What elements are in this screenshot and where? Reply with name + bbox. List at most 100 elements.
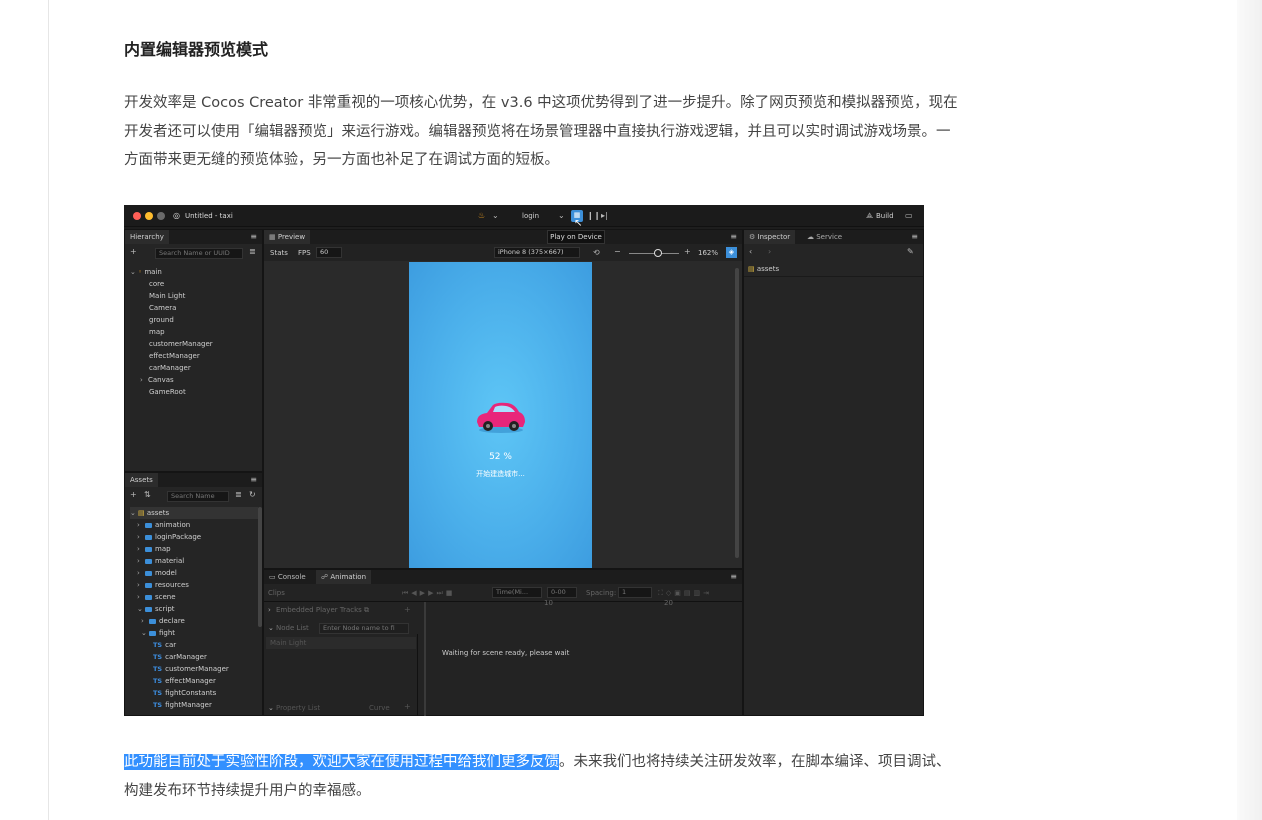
tab-hierarchy[interactable]: Hierarchy [125,230,169,244]
waiting-message: Waiting for scene ready, please wait [442,649,570,657]
time-mode-select[interactable]: Time(Mi... [492,587,542,598]
folder-open-icon[interactable]: ▭ [905,211,913,221]
back-icon[interactable]: ‹ [749,247,752,257]
tab-service[interactable]: ☁ Service [802,230,848,244]
loading-text: 开始建造城市... [476,470,525,478]
minimize-window-button[interactable] [145,212,153,220]
device-select[interactable]: iPhone 8 (375×667) [494,247,580,258]
step-icon[interactable]: ▸| [601,211,608,221]
asset-folder[interactable]: › map [137,543,171,555]
sort-icon[interactable]: ⇅ [144,490,151,500]
zoom-in-icon[interactable]: + [684,247,691,257]
closing-paragraph: 此功能目前处于实验性阶段，欢迎大家在使用过程中给我们更多反馈。未来我们也将持续关… [124,748,964,805]
asset-file[interactable]: TS customerManager [153,663,229,675]
hierarchy-item[interactable]: Main Light [149,290,185,302]
asset-folder[interactable]: ⌄ fight [141,627,175,639]
assets-list-icon[interactable]: ≣ [235,490,242,500]
asset-folder[interactable]: › material [137,555,184,567]
rotate-icon[interactable]: ⟲ [593,248,600,258]
refresh-icon[interactable]: ↻ [249,490,256,500]
intro-paragraph: 开发效率是 Cocos Creator 非常重视的一项核心优势，在 v3.6 中… [124,95,958,168]
asset-folder[interactable]: › resources [137,579,189,591]
zoom-out-icon[interactable]: − [614,247,621,257]
add-property-icon[interactable]: + [404,702,411,712]
hierarchy-item[interactable]: Camera [149,302,176,314]
add-track-icon[interactable]: + [404,605,411,615]
play-tooltip: Play on Device [547,230,605,244]
zoom-slider-handle[interactable] [654,249,662,257]
timeline-cursor[interactable] [424,602,426,716]
asset-file[interactable]: TS car [153,639,176,651]
assets-search-input[interactable]: Search Name [167,491,229,502]
asset-folder[interactable]: › model [137,567,177,579]
fps-input[interactable]: 60 [316,247,342,258]
tab-preview[interactable]: ▦ Preview [264,230,311,244]
animation-menu-icon[interactable]: ≡ [730,572,737,582]
asset-folder[interactable]: › scene [137,591,176,603]
stats-toggle[interactable]: Stats [270,247,288,259]
node-search-input[interactable]: Enter Node name to fi [319,623,409,634]
spacing-label: Spacing: [586,589,617,597]
flame-icon[interactable]: ♨ [478,211,485,221]
game-viewport[interactable]: 52 % 开始建造城市... [409,262,592,568]
hierarchy-root[interactable]: ⌄ ◦ main [130,266,162,278]
asset-folder[interactable]: › declare [141,615,185,627]
hierarchy-item[interactable]: map [149,326,165,338]
list-icon[interactable]: ≣ [249,247,256,257]
hierarchy-menu-icon[interactable]: ≡ [250,232,257,242]
asset-folder[interactable]: › animation [137,519,190,531]
playback-controls[interactable]: ⏮◀▶▶⏭■ [402,587,455,599]
right-scrollbar-area [1237,0,1262,820]
embedded-tracks-row[interactable]: › Embedded Player Tracks ⧉ [268,604,369,616]
hierarchy-item[interactable]: effectManager [149,350,200,362]
curve-button[interactable]: Curve [369,702,390,714]
scene-chevron-icon[interactable]: ⌄ [558,211,565,221]
chevron-down-icon[interactable]: ⌄ [492,211,499,221]
pause-icon[interactable]: ❙❙ [587,211,600,221]
asset-folder[interactable]: › loginPackage [137,531,201,543]
typescript-icon: TS [153,653,163,661]
typescript-icon: TS [153,677,163,685]
build-icon[interactable]: ⟁ [866,211,873,221]
fit-icon[interactable]: ◈ [726,247,737,258]
spacing-input[interactable]: 1 [618,587,652,598]
preview-scrollbar[interactable] [735,268,739,558]
assets-root[interactable]: ⌄ ▤ assets [130,507,258,519]
hierarchy-item[interactable]: carManager [149,362,191,374]
build-button[interactable]: Build [876,210,894,222]
tab-assets[interactable]: Assets [125,473,158,487]
inspector-menu-icon[interactable]: ≡ [911,232,918,242]
scene-select[interactable]: login [522,210,539,222]
tab-console[interactable]: ▭ Console [264,570,311,584]
asset-file[interactable]: TS fightConstants [153,687,216,699]
hierarchy-item-canvas[interactable]: › Canvas [140,374,174,386]
hierarchy-item[interactable]: GameRoot [149,386,186,398]
maximize-window-button[interactable] [157,212,165,220]
preview-menu-icon[interactable]: ≡ [730,232,737,242]
title-bar: ◎ Untitled - taxi ♨ ⌄ login ⌄ ▦ ❙❙ ▸| ⟁ … [124,205,924,227]
hierarchy-item[interactable]: ground [149,314,174,326]
typescript-icon: TS [153,701,163,709]
left-border [48,0,49,820]
folder-icon [145,535,152,540]
asset-file[interactable]: TS carManager [153,651,207,663]
add-node-icon[interactable]: + [130,247,137,257]
forward-icon[interactable]: › [768,247,771,257]
node-item[interactable]: Main Light [266,637,416,649]
selected-text[interactable]: 此功能目前处于实验性阶段，欢迎大家在使用过程中给我们更多反馈 [124,754,559,770]
tab-animation[interactable]: ☍ Animation [316,570,372,584]
tab-inspector[interactable]: ⚙ Inspector [744,230,796,244]
folder-icon [145,523,152,528]
pin-icon[interactable]: ✎ [907,247,914,257]
asset-folder[interactable]: ⌄ script [137,603,175,615]
hierarchy-item[interactable]: core [149,278,164,290]
asset-file[interactable]: TS fightManager [153,699,212,711]
asset-file[interactable]: TS effectManager [153,675,216,687]
close-window-button[interactable] [133,212,141,220]
add-asset-icon[interactable]: + [130,490,137,500]
hierarchy-item[interactable]: customerManager [149,338,213,350]
assets-scrollbar[interactable] [258,507,262,627]
hierarchy-search-input[interactable]: Search Name or UUID [155,248,243,259]
loading-progress: 52 % [489,452,512,462]
assets-menu-icon[interactable]: ≡ [250,475,257,485]
